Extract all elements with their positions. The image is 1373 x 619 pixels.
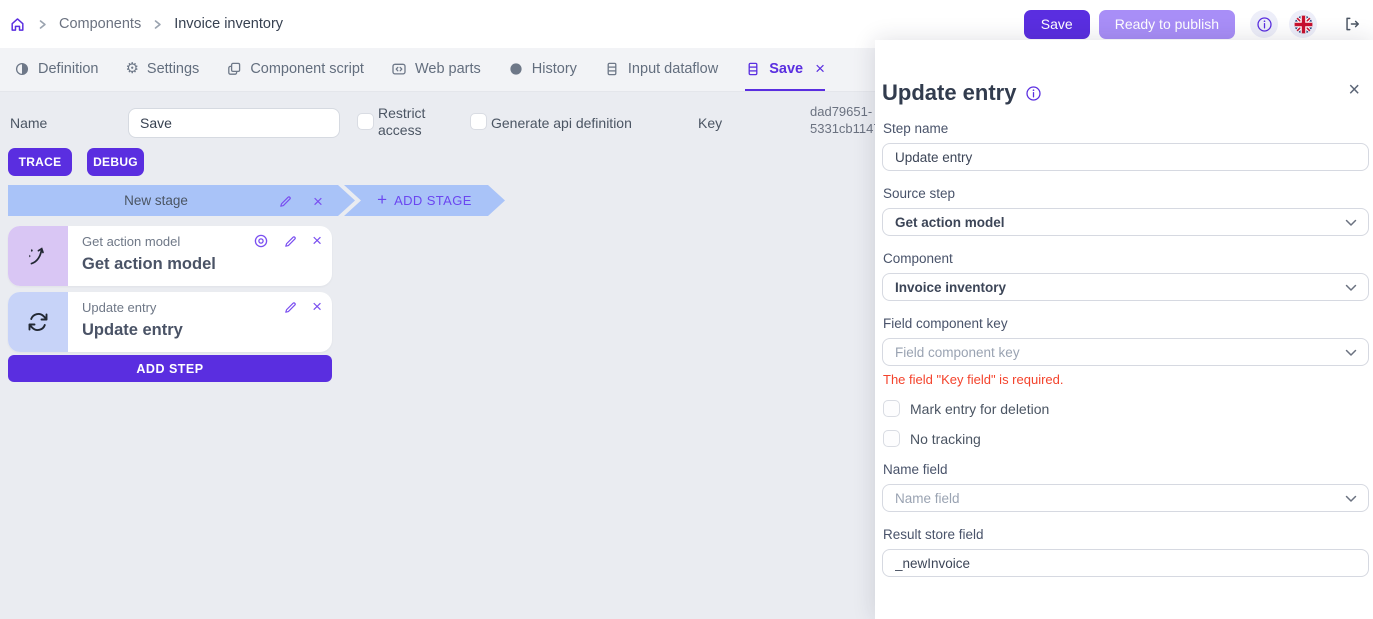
- breadcrumb-components[interactable]: Components: [59, 16, 141, 32]
- validation-error: The field "Key field" is required.: [883, 372, 1369, 387]
- restrict-access-checkbox[interactable]: [357, 113, 374, 130]
- mark-entry-deletion-checkbox[interactable]: [883, 400, 900, 417]
- add-stage-button[interactable]: + ADD STAGE: [344, 185, 505, 216]
- tab-web-parts[interactable]: Web parts: [391, 48, 481, 91]
- tab-save[interactable]: Save ×: [745, 48, 825, 91]
- delete-step-icon[interactable]: ×: [312, 233, 322, 249]
- web-parts-icon: [391, 61, 407, 77]
- update-entry-icon: [8, 292, 68, 352]
- uk-flag-icon: [1294, 15, 1313, 34]
- app-screen: Components Invoice inventory Save Ready …: [0, 0, 1373, 619]
- stage-name: New stage: [8, 185, 304, 216]
- edit-stage-icon[interactable]: [276, 192, 294, 210]
- chevron-down-icon: [1345, 284, 1357, 292]
- chevron-down-icon: [1345, 219, 1357, 227]
- logout-button[interactable]: [1343, 15, 1361, 33]
- generate-api-checkbox[interactable]: [470, 113, 487, 130]
- field-component-key-label: Field component key: [883, 316, 1369, 331]
- language-flag-button[interactable]: [1289, 10, 1317, 38]
- definition-icon: [14, 61, 30, 77]
- step-card-get-action-model[interactable]: Get action model Get action model ×: [8, 226, 332, 286]
- name-field-select[interactable]: Name field: [882, 484, 1369, 512]
- step-name-label: Step name: [883, 121, 1369, 136]
- no-tracking-label: No tracking: [910, 431, 981, 447]
- add-step-button[interactable]: ADD STEP: [8, 355, 332, 382]
- dataflow-icon: [745, 61, 761, 77]
- tab-input-dataflow[interactable]: Input dataflow: [604, 48, 718, 91]
- tab-definition[interactable]: Definition: [14, 48, 98, 91]
- key-label: Key: [698, 115, 722, 131]
- view-step-icon[interactable]: [253, 233, 269, 249]
- component-script-icon: [226, 61, 242, 77]
- chevron-down-icon: [1345, 495, 1357, 503]
- edit-step-icon[interactable]: [283, 300, 298, 315]
- component-name-input[interactable]: [128, 108, 340, 138]
- delete-stage-icon[interactable]: ×: [309, 192, 327, 210]
- chevron-right-icon: [37, 19, 48, 30]
- delete-step-icon[interactable]: ×: [312, 299, 322, 315]
- restrict-access-label: Restrict access: [378, 105, 436, 139]
- update-entry-panel: × Update entry Step name Source step Get…: [875, 40, 1373, 619]
- name-field-label: Name field: [883, 462, 1369, 477]
- tab-component-script[interactable]: Component script: [226, 48, 364, 91]
- generate-api-label: Generate api definition: [491, 115, 632, 131]
- breadcrumb: Components Invoice inventory: [9, 0, 283, 48]
- component-label: Component: [883, 251, 1369, 266]
- source-step-label: Source step: [883, 186, 1369, 201]
- history-icon: [508, 61, 524, 77]
- key-value: dad79651- 5331cb1147: [810, 103, 881, 137]
- gear-icon: ⚙: [125, 61, 138, 76]
- step-name-label: Update entry: [82, 321, 320, 340]
- info-icon[interactable]: [1025, 85, 1042, 102]
- info-button[interactable]: [1250, 10, 1278, 38]
- stage-segment[interactable]: New stage ×: [8, 185, 355, 216]
- step-name-label: Get action model: [82, 255, 320, 274]
- dataflow-icon: [604, 61, 620, 77]
- save-button[interactable]: Save: [1024, 10, 1090, 39]
- result-store-field-input[interactable]: [882, 549, 1369, 577]
- source-step-select[interactable]: Get action model: [882, 208, 1369, 236]
- trace-button[interactable]: TRACE: [8, 148, 72, 176]
- debug-button[interactable]: DEBUG: [87, 148, 144, 176]
- ready-to-publish-button[interactable]: Ready to publish: [1099, 10, 1235, 39]
- step-card-update-entry[interactable]: Update entry Update entry ×: [8, 292, 332, 352]
- component-select[interactable]: Invoice inventory: [882, 273, 1369, 301]
- name-label: Name: [10, 115, 47, 131]
- mark-entry-deletion-label: Mark entry for deletion: [910, 401, 1049, 417]
- plus-icon: +: [377, 190, 387, 210]
- close-panel-icon[interactable]: ×: [1348, 82, 1360, 98]
- chevron-right-icon: [152, 19, 163, 30]
- step-name-input[interactable]: [882, 143, 1369, 171]
- close-tab-icon[interactable]: ×: [815, 59, 825, 79]
- tab-settings[interactable]: ⚙ Settings: [125, 48, 199, 91]
- breadcrumb-current: Invoice inventory: [174, 16, 283, 32]
- edit-step-icon[interactable]: [283, 234, 298, 249]
- field-component-key-select[interactable]: Field component key: [882, 338, 1369, 366]
- no-tracking-checkbox[interactable]: [883, 430, 900, 447]
- chevron-down-icon: [1345, 349, 1357, 357]
- tab-history[interactable]: History: [508, 48, 577, 91]
- panel-title: Update entry: [882, 80, 1016, 106]
- action-model-icon: [8, 226, 68, 286]
- home-icon[interactable]: [9, 16, 26, 33]
- result-store-field-label: Result store field: [883, 527, 1369, 542]
